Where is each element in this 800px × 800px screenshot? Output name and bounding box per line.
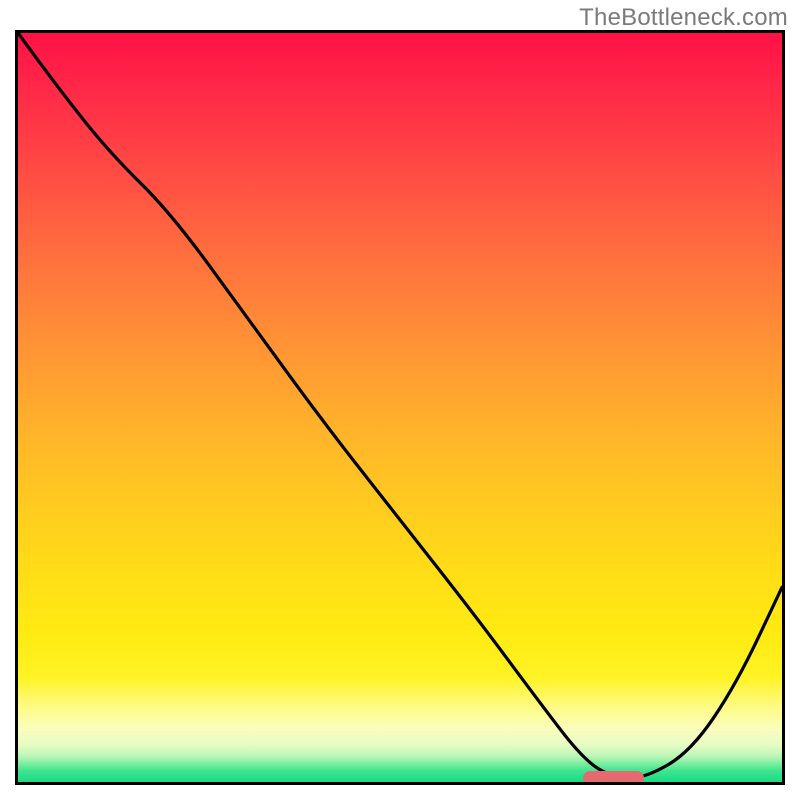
plot-area: [15, 30, 785, 785]
bottleneck-curve-path: [18, 33, 782, 778]
optimum-marker: [583, 771, 644, 785]
bottleneck-curve: [18, 33, 782, 782]
watermark-text: TheBottleneck.com: [579, 4, 788, 32]
chart-stage: TheBottleneck.com: [0, 0, 800, 800]
